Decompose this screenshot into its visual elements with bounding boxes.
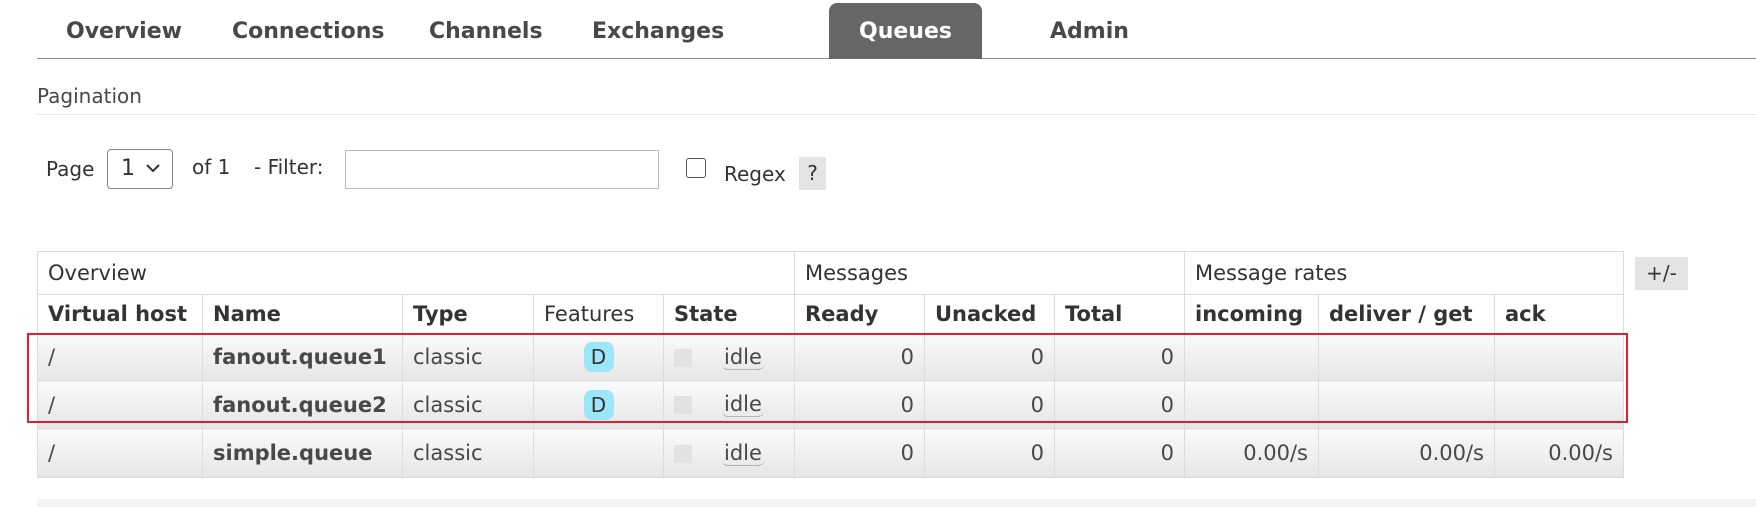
page-label: Page: [46, 157, 95, 181]
incoming-rate-cell: [1184, 380, 1319, 429]
queues-table: Overview Messages Message rates Virtual …: [37, 251, 1624, 478]
state-cell: idle: [663, 333, 795, 381]
unacked-cell: 0: [924, 428, 1055, 478]
col-header-name[interactable]: Name: [202, 294, 403, 334]
tab-admin[interactable]: Admin: [1021, 3, 1158, 59]
footer-strip: [37, 499, 1756, 507]
table-row: / fanout.queue2 classic D idle 0 0 0: [37, 380, 1624, 429]
vhost-cell: /: [37, 333, 203, 381]
deliver-get-rate-cell: [1318, 380, 1495, 429]
section-divider: [37, 114, 1756, 115]
column-toggle-button[interactable]: +/-: [1635, 257, 1688, 290]
durable-badge: D: [583, 389, 614, 420]
col-header-unacked[interactable]: Unacked: [924, 294, 1055, 334]
tab-channels[interactable]: Channels: [400, 3, 572, 59]
state-label: idle: [722, 440, 764, 466]
incoming-rate-cell: [1184, 333, 1319, 381]
type-cell: classic: [402, 380, 534, 429]
state-cell: idle: [663, 428, 795, 478]
total-cell: 0: [1054, 333, 1185, 381]
tab-queues[interactable]: Queues: [829, 3, 982, 59]
durable-badge: D: [583, 342, 614, 372]
features-cell: D: [533, 380, 664, 429]
features-cell: D: [533, 333, 664, 381]
total-cell: 0: [1054, 428, 1185, 478]
tab-overview[interactable]: Overview: [37, 3, 211, 59]
col-header-virtual-host[interactable]: Virtual host: [37, 294, 203, 334]
group-header-message-rates: Message rates: [1184, 251, 1624, 295]
state-cell: idle: [663, 380, 795, 429]
ack-rate-cell: [1494, 333, 1624, 381]
regex-help-button[interactable]: ?: [799, 157, 826, 190]
vhost-cell: /: [37, 380, 203, 429]
tab-connections[interactable]: Connections: [203, 3, 413, 59]
pagination-section-title[interactable]: Pagination: [37, 84, 142, 108]
state-label: idle: [722, 392, 764, 417]
group-header-messages: Messages: [794, 251, 1185, 295]
table-row: / simple.queue classic idle 0 0 0 0.00/s…: [37, 428, 1624, 478]
state-label: idle: [722, 344, 764, 370]
deliver-get-rate-cell: [1318, 333, 1495, 381]
ready-cell: 0: [794, 333, 925, 381]
state-indicator-icon: [674, 396, 692, 414]
main-nav-tabs: Overview Connections Channels Exchanges …: [37, 0, 1756, 59]
vhost-cell: /: [37, 428, 203, 478]
tab-exchanges[interactable]: Exchanges: [563, 3, 753, 59]
col-header-total[interactable]: Total: [1054, 294, 1185, 334]
ack-rate-cell: 0.00/s: [1494, 428, 1624, 478]
ready-cell: 0: [794, 428, 925, 478]
deliver-get-rate-cell: 0.00/s: [1318, 428, 1495, 478]
col-header-features: Features: [533, 294, 664, 334]
chevron-down-icon: [146, 164, 160, 173]
filter-label: - Filter:: [254, 155, 324, 179]
state-indicator-icon: [674, 348, 692, 367]
col-header-type[interactable]: Type: [402, 294, 534, 334]
queue-name-link[interactable]: fanout.queue1: [202, 333, 403, 381]
queue-name-link[interactable]: fanout.queue2: [202, 380, 403, 429]
col-header-ready[interactable]: Ready: [794, 294, 925, 334]
state-indicator-icon: [674, 444, 692, 463]
col-header-state[interactable]: State: [663, 294, 795, 334]
col-header-ack[interactable]: ack: [1494, 294, 1624, 334]
type-cell: classic: [402, 428, 534, 478]
queue-name-link[interactable]: simple.queue: [202, 428, 403, 478]
unacked-cell: 0: [924, 333, 1055, 381]
total-cell: 0: [1054, 380, 1185, 429]
incoming-rate-cell: 0.00/s: [1184, 428, 1319, 478]
type-cell: classic: [402, 333, 534, 381]
page-select[interactable]: 1: [107, 149, 173, 189]
page-select-value: 1: [121, 156, 135, 181]
features-cell: [533, 428, 664, 478]
group-header-overview: Overview: [37, 251, 795, 295]
ready-cell: 0: [794, 380, 925, 429]
regex-checkbox[interactable]: [686, 158, 706, 178]
unacked-cell: 0: [924, 380, 1055, 429]
table-row: / fanout.queue1 classic D idle 0 0 0: [37, 333, 1624, 381]
ack-rate-cell: [1494, 380, 1624, 429]
col-header-incoming[interactable]: incoming: [1184, 294, 1319, 334]
col-header-deliver-get[interactable]: deliver / get: [1318, 294, 1495, 334]
filter-input[interactable]: [345, 150, 659, 189]
page-count-label: of 1: [192, 155, 231, 179]
regex-label: Regex: [724, 162, 786, 186]
